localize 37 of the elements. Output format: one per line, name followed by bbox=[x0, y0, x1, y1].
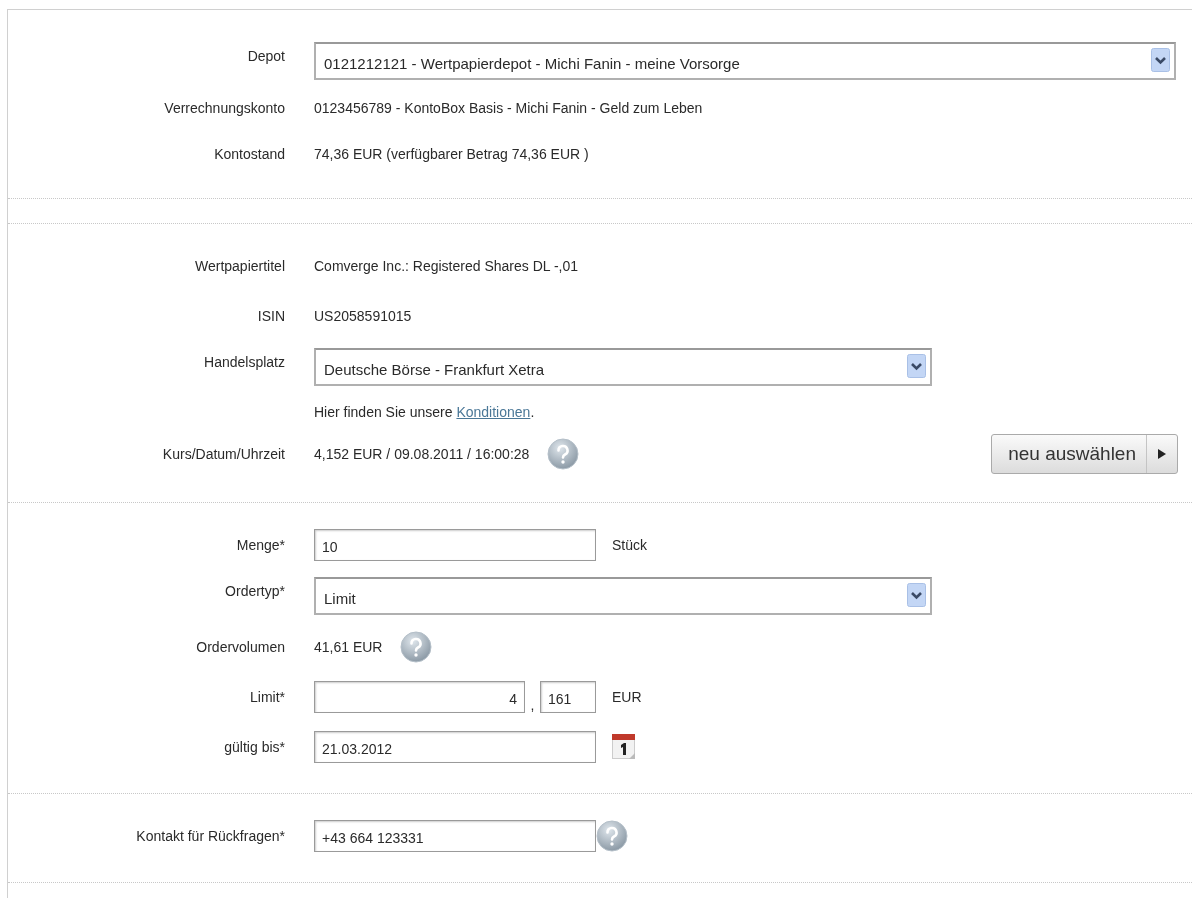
select-again-button[interactable]: neu auswählen bbox=[991, 434, 1178, 474]
field-value: 74,36 EUR (verfügbarer Betrag 74,36 EUR ) bbox=[314, 146, 590, 162]
dropdown[interactable]: Deutsche Börse - Frankfurt Xetra bbox=[314, 348, 932, 386]
field-value: 4,152 EUR / 09.08.2011 / 16:00:28 bbox=[314, 446, 531, 462]
play-arrow-icon bbox=[1158, 449, 1166, 459]
field-label: Limit* bbox=[250, 689, 285, 705]
field-label: Depot bbox=[247, 47, 285, 64]
field-label: Kontostand bbox=[214, 146, 285, 162]
hint-text: Hier finden Sie unsere Konditionen. bbox=[314, 404, 536, 420]
unit-label: Stück bbox=[612, 537, 647, 553]
field-value: Comverge Inc.: Registered Shares DL -,01 bbox=[314, 258, 580, 274]
field-label: Kontakt für Rückfragen* bbox=[136, 828, 285, 844]
field-label: Verrechnungskonto bbox=[164, 100, 285, 116]
dropdown[interactable]: 0121212121 - Wertpapierdepot - Michi Fanin - meine Vorsorge bbox=[314, 42, 1176, 80]
help-icon[interactable] bbox=[596, 820, 628, 852]
field-value: 0123456789 - KontoBox Basis - Michi Fanin - Geld zum Leben bbox=[314, 100, 704, 116]
field-value: 41,61 EUR bbox=[314, 639, 384, 655]
dropdown[interactable]: Limit bbox=[314, 577, 932, 615]
input-field[interactable]: 10 bbox=[314, 529, 596, 561]
input-field[interactable]: +43 664 123331 bbox=[314, 820, 596, 852]
integer-input[interactable]: 4 bbox=[314, 681, 525, 713]
unit-label: EUR bbox=[612, 689, 642, 705]
date-input[interactable]: 21.03.2012 bbox=[314, 731, 596, 763]
field-label: ISIN bbox=[257, 308, 285, 324]
decimal-separator: , bbox=[529, 697, 536, 713]
help-icon[interactable] bbox=[547, 438, 580, 470]
field-label: Ordertyp* bbox=[225, 582, 285, 599]
decimal-input[interactable]: 161 bbox=[540, 681, 596, 713]
calendar-icon[interactable] bbox=[612, 734, 636, 760]
field-label: Kurs/Datum/Uhrzeit bbox=[162, 446, 285, 462]
help-icon[interactable] bbox=[400, 631, 433, 663]
field-label: gültig bis* bbox=[224, 739, 285, 755]
field-label: Handelsplatz bbox=[204, 353, 285, 370]
field-label: Menge* bbox=[236, 537, 285, 553]
field-label: Ordervolumen bbox=[196, 639, 285, 655]
field-label: Wertpapiertitel bbox=[195, 258, 285, 274]
field-value: US2058591015 bbox=[314, 308, 413, 324]
